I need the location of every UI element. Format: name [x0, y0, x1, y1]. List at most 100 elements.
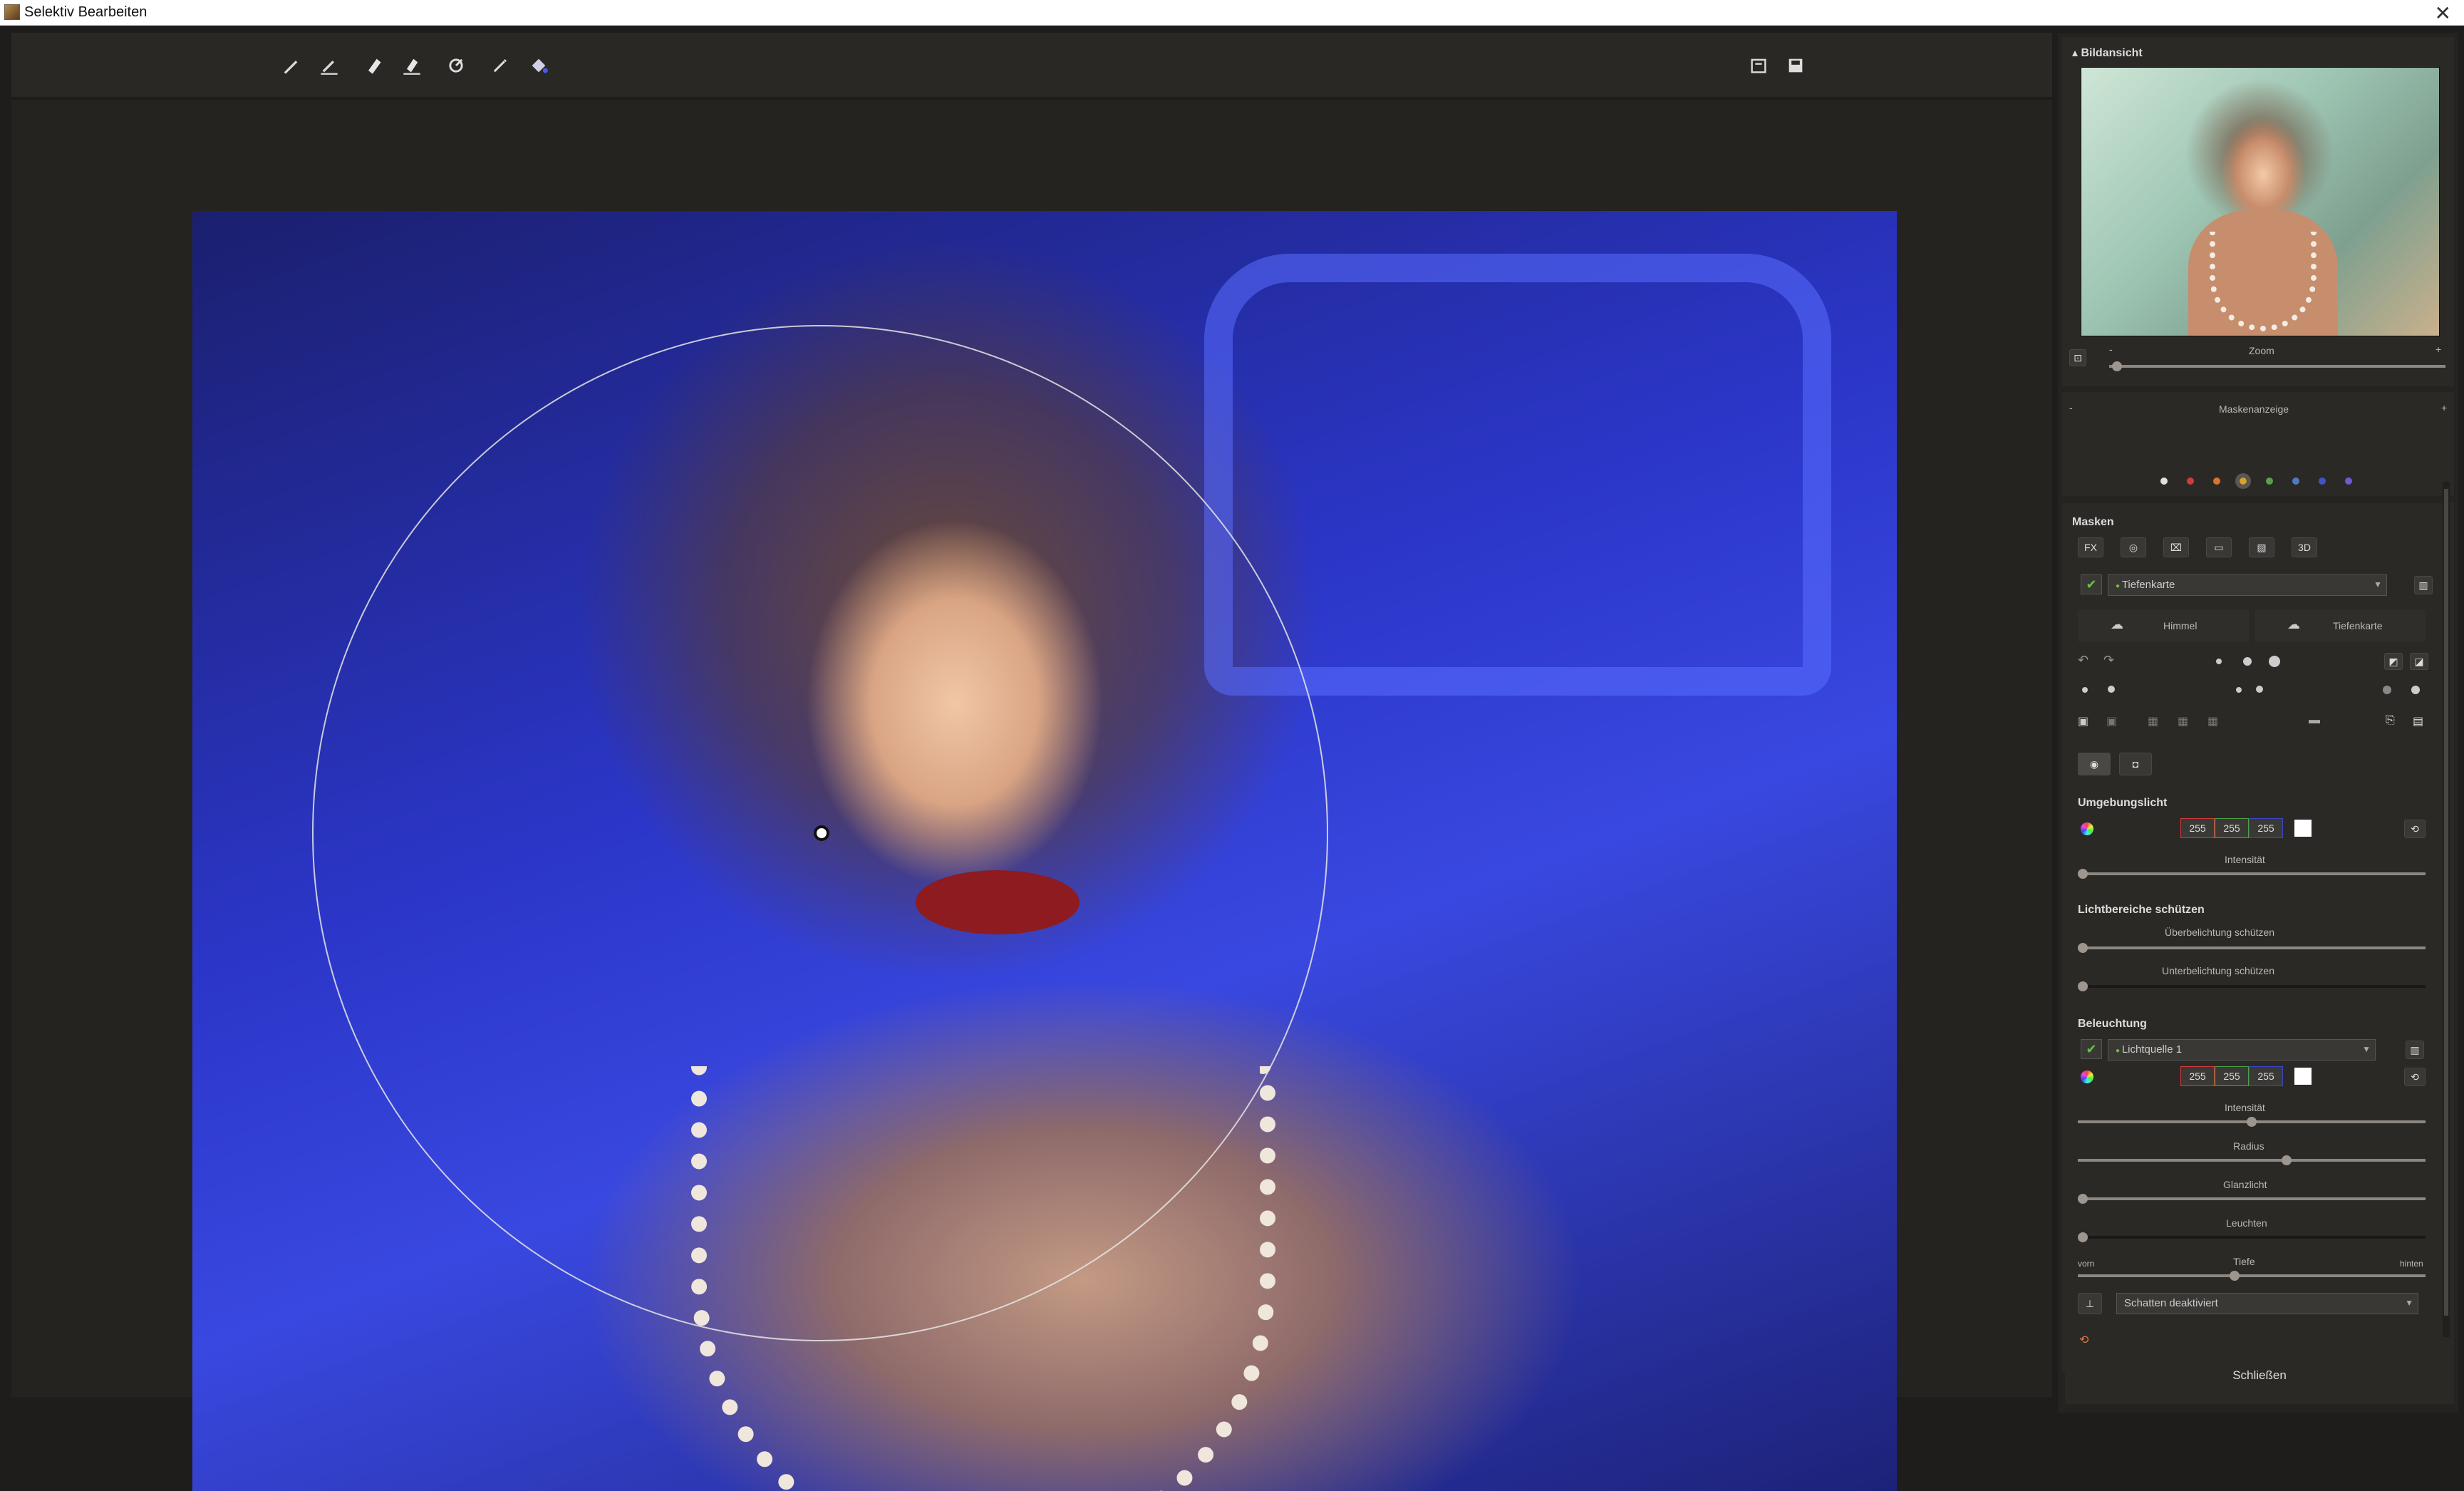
- mask-select[interactable]: ● Tiefenkarte ▼: [2108, 574, 2387, 596]
- slider-knob[interactable]: [2078, 981, 2088, 991]
- hardness-low-icon[interactable]: [2082, 687, 2088, 693]
- light-color-swatch[interactable]: [2294, 1068, 2312, 1085]
- slider-knob[interactable]: [2078, 1194, 2088, 1204]
- clear-mask-icon[interactable]: ▬: [2309, 714, 2320, 727]
- eraser-plus-icon[interactable]: [398, 51, 426, 80]
- color-wheel-icon[interactable]: [2081, 822, 2093, 835]
- ambient-b[interactable]: 255: [2249, 818, 2283, 838]
- mask-op1-icon[interactable]: ▦: [2148, 714, 2158, 728]
- preview-thumbnail[interactable]: [2081, 67, 2440, 336]
- slider-knob[interactable]: [2281, 1155, 2292, 1165]
- feather-high-icon[interactable]: [2411, 686, 2420, 694]
- glow-slider[interactable]: [2078, 1232, 2426, 1242]
- opacity-high-icon[interactable]: [2256, 686, 2263, 693]
- zoom-plus[interactable]: +: [2435, 344, 2441, 355]
- hardness-high-icon[interactable]: [2108, 686, 2115, 693]
- mask-color-dot[interactable]: [2213, 478, 2220, 485]
- ambient-g[interactable]: 255: [2215, 818, 2249, 838]
- brush-plus-icon[interactable]: [315, 51, 343, 80]
- view-mask-icon[interactable]: ◉: [2078, 753, 2111, 775]
- under-protect-slider[interactable]: [2078, 981, 2426, 991]
- eraser-icon[interactable]: [359, 51, 388, 80]
- ambient-reset-icon[interactable]: ⟲: [2404, 820, 2426, 838]
- tab-himmel[interactable]: ☁ Himmel: [2078, 610, 2249, 641]
- panel-scrollbar-thumb[interactable]: [2444, 489, 2448, 1316]
- slider-knob[interactable]: [2229, 1271, 2240, 1281]
- mask-color-dot[interactable]: [2187, 478, 2194, 485]
- mask-type-button[interactable]: ◎: [2121, 537, 2146, 557]
- mask-type-button[interactable]: ▭: [2206, 537, 2232, 557]
- fill-icon[interactable]: [524, 51, 553, 80]
- mask-color-dot[interactable]: [2235, 473, 2251, 489]
- gloss-slider[interactable]: [2078, 1194, 2426, 1204]
- export-mask-icon[interactable]: [1744, 51, 1773, 80]
- collapse-arrow-icon[interactable]: ▴: [2072, 47, 2081, 59]
- depth-slider[interactable]: [2078, 1271, 2426, 1281]
- mask-color-dot[interactable]: [2345, 478, 2352, 485]
- brush-center-handle[interactable]: [814, 825, 829, 841]
- over-protect-slider[interactable]: [2078, 943, 2426, 953]
- brush-size-small-icon[interactable]: [2216, 659, 2222, 664]
- light-intensity-slider[interactable]: [2078, 1117, 2426, 1127]
- refresh-brush-icon[interactable]: [442, 51, 470, 80]
- light-color-wheel-icon[interactable]: [2081, 1070, 2093, 1083]
- tab-tiefenkarte[interactable]: ☁ Tiefenkarte: [2255, 610, 2426, 641]
- light-r[interactable]: 255: [2180, 1066, 2215, 1086]
- slider-knob[interactable]: [2078, 943, 2088, 953]
- ambient-rgb-input[interactable]: 255 255 255: [2180, 818, 2283, 838]
- shadow-select[interactable]: Schatten deaktiviert ▼: [2116, 1293, 2418, 1314]
- mask-op3-icon[interactable]: ▦: [2207, 714, 2218, 728]
- fit-view-icon[interactable]: ⊡: [2069, 349, 2086, 366]
- mask-enabled-check[interactable]: ✔: [2081, 574, 2102, 594]
- brush-size-medium-icon[interactable]: [2243, 657, 2252, 666]
- mask-display-plus[interactable]: +: [2441, 402, 2447, 413]
- ambient-intensity-slider[interactable]: [2078, 869, 2426, 879]
- zoom-minus[interactable]: -: [2109, 344, 2113, 355]
- redo-icon[interactable]: ↷: [2103, 653, 2114, 668]
- paste-mask-icon[interactable]: ▣: [2106, 714, 2117, 728]
- mask-color-dot[interactable]: [2160, 478, 2168, 485]
- auto-mask-icon[interactable]: ◪: [2410, 653, 2428, 670]
- mask-display-minus[interactable]: -: [2069, 402, 2073, 413]
- edited-photo[interactable]: [192, 211, 1897, 1491]
- brush-size-large-icon[interactable]: [2269, 656, 2280, 667]
- mask-type-button[interactable]: ⌧: [2163, 537, 2189, 557]
- light-b[interactable]: 255: [2249, 1066, 2283, 1086]
- light-delete-icon[interactable]: ▥: [2406, 1041, 2424, 1059]
- panel-scrollbar[interactable]: [2443, 482, 2450, 1337]
- camera-icon[interactable]: ◘: [2119, 753, 2152, 775]
- mask-op2-icon[interactable]: ▦: [2178, 714, 2188, 728]
- mask-type-button[interactable]: ▧: [2249, 537, 2274, 557]
- ambient-color-swatch[interactable]: [2294, 820, 2312, 837]
- mask-delete-icon[interactable]: ▥: [2414, 576, 2433, 594]
- mask-color-dot[interactable]: [2266, 478, 2273, 485]
- save-mask-small-icon[interactable]: ▤: [2413, 714, 2423, 728]
- feather-low-icon[interactable]: [2383, 686, 2391, 694]
- close-button[interactable]: Schließen: [2065, 1347, 2454, 1404]
- brush-icon[interactable]: [276, 51, 305, 80]
- close-icon[interactable]: ✕: [2435, 1, 2451, 25]
- mask-type-button[interactable]: 3D: [2292, 537, 2317, 557]
- shadow-icon[interactable]: ⊥: [2078, 1293, 2102, 1314]
- invert-mask-icon[interactable]: ◩: [2384, 653, 2403, 670]
- mask-type-button[interactable]: FX: [2078, 537, 2103, 557]
- wand-icon[interactable]: [486, 51, 514, 80]
- light-g[interactable]: 255: [2215, 1066, 2249, 1086]
- light-source-select[interactable]: ● Lichtquelle 1 ▼: [2108, 1039, 2376, 1061]
- save-mask-icon[interactable]: [1781, 51, 1810, 80]
- light-rgb-input[interactable]: 255 255 255: [2180, 1066, 2283, 1086]
- zoom-slider-knob[interactable]: [2112, 361, 2122, 371]
- light-reset-icon[interactable]: ⟲: [2404, 1068, 2426, 1086]
- ambient-r[interactable]: 255: [2180, 818, 2215, 838]
- mask-color-dot[interactable]: [2319, 478, 2326, 485]
- reset-all-icon[interactable]: ⟲: [2079, 1333, 2088, 1347]
- mask-color-dot[interactable]: [2292, 478, 2299, 485]
- slider-knob[interactable]: [2078, 869, 2088, 879]
- copy-mask-icon[interactable]: ▣: [2078, 714, 2088, 728]
- opacity-low-icon[interactable]: [2236, 687, 2242, 693]
- slider-knob[interactable]: [2078, 1232, 2088, 1242]
- image-canvas[interactable]: [11, 100, 2052, 1491]
- zoom-slider[interactable]: [2109, 361, 2445, 371]
- export-mask-small-icon[interactable]: ⎘: [2386, 714, 2395, 727]
- undo-icon[interactable]: ↶: [2078, 653, 2088, 668]
